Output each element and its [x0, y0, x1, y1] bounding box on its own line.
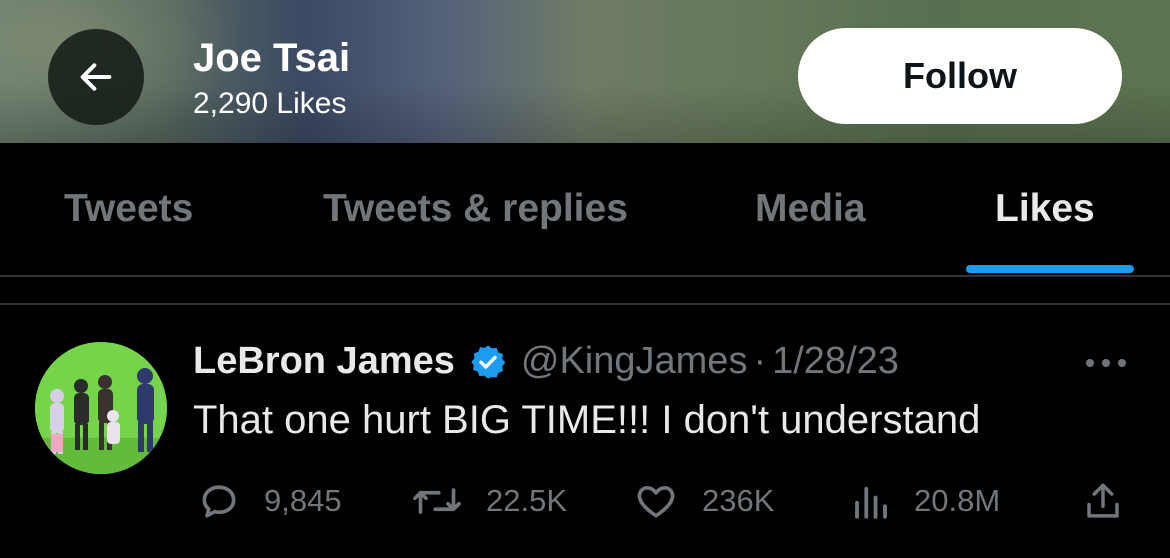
back-button[interactable] — [48, 29, 144, 125]
like-count: 236K — [702, 483, 775, 518]
section-divider — [0, 303, 1170, 305]
views-count: 20.8M — [914, 483, 1001, 518]
verified-badge-icon — [469, 343, 507, 381]
profile-header: Joe Tsai 2,290 Likes Follow — [0, 0, 1170, 143]
tab-likes[interactable]: Likes — [995, 187, 1095, 231]
author-handle[interactable]: @KingJames — [521, 340, 748, 383]
reply-button[interactable]: 9,845 — [196, 478, 342, 524]
avatar[interactable] — [35, 342, 167, 474]
like-button[interactable]: 236K — [632, 478, 774, 524]
profile-tabs: Tweets Tweets & replies Media Likes — [0, 143, 1170, 277]
likes-count: 2,290 Likes — [193, 87, 347, 120]
share-icon — [1087, 483, 1119, 518]
avatar-image — [35, 342, 167, 474]
separator-dot: · — [753, 340, 767, 382]
tweet-date[interactable]: 1/28/23 — [772, 340, 899, 383]
active-tab-indicator — [966, 265, 1134, 273]
follow-button[interactable]: Follow — [798, 28, 1122, 124]
views-button[interactable]: 20.8M — [850, 478, 1000, 524]
retweet-icon — [413, 488, 461, 514]
retweet-count: 22.5K — [486, 483, 568, 518]
author-name[interactable]: LeBron James — [193, 340, 455, 383]
tab-media[interactable]: Media — [755, 187, 866, 231]
views-icon — [855, 486, 887, 519]
like-icon — [637, 485, 675, 518]
tab-tweets[interactable]: Tweets — [64, 187, 193, 231]
profile-name: Joe Tsai — [193, 36, 351, 80]
retweet-button[interactable]: 22.5K — [410, 478, 567, 524]
tweet-text: That one hurt BIG TIME!!! I don't unders… — [193, 398, 981, 442]
tweet-header: LeBron James @KingJames · 1/28/23 — [193, 340, 899, 383]
tab-tweets-replies[interactable]: Tweets & replies — [323, 187, 628, 231]
reply-icon — [202, 485, 236, 518]
more-icon[interactable] — [1084, 340, 1128, 382]
arrow-left-icon — [80, 63, 112, 91]
share-button[interactable] — [1082, 478, 1124, 524]
reply-count: 9,845 — [264, 483, 342, 518]
